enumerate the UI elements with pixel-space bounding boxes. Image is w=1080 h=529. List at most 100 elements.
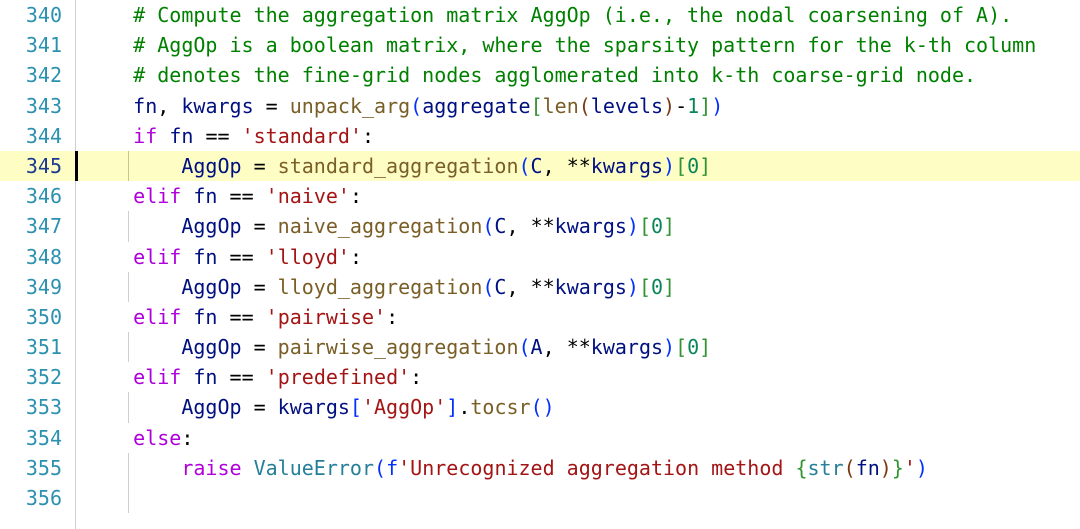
code-token: naive_aggregation [277, 214, 483, 239]
code-line[interactable]: 356 [0, 483, 1080, 514]
code-token: C [530, 153, 543, 178]
code-token: aggregate [422, 93, 531, 118]
code-line[interactable]: 348 elif fn == 'lloyd': [0, 242, 1080, 272]
code-token: ] [663, 274, 676, 299]
code-token: ] [699, 93, 712, 118]
code-token: # denotes the fine-grid nodes agglomerat… [85, 63, 977, 88]
line-number[interactable]: 355 [0, 453, 62, 483]
code-line[interactable]: 350 elif fn == 'pairwise': [0, 302, 1080, 332]
code-token: = [241, 214, 278, 239]
line-number[interactable]: 354 [0, 423, 62, 453]
code-token: == [217, 304, 266, 329]
code-line[interactable]: 349 AggOp = lloyd_aggregation(C, **kwarg… [0, 271, 1080, 302]
code-token: str [807, 455, 844, 480]
code-token: C [494, 214, 507, 239]
code-line-text[interactable]: fn, kwargs = unpack_arg(aggregate[len(le… [85, 91, 723, 121]
code-token: [ [638, 214, 651, 239]
code-token: ) [626, 214, 639, 239]
code-token: 'AggOp' [361, 395, 447, 420]
line-number[interactable]: 352 [0, 362, 62, 392]
code-lines-container[interactable]: 340 # Compute the aggregation matrix Agg… [0, 0, 1080, 514]
line-number[interactable]: 351 [0, 332, 62, 362]
code-token: 'standard' [241, 123, 362, 148]
code-line[interactable]: 340 # Compute the aggregation matrix Agg… [0, 0, 1080, 30]
code-line-text[interactable]: else: [85, 423, 193, 453]
line-number[interactable]: 356 [0, 483, 62, 513]
code-token: 0 [651, 214, 664, 239]
code-line[interactable]: 343 fn, kwargs = unpack_arg(aggregate[le… [0, 91, 1080, 121]
code-line[interactable]: 354 else: [0, 423, 1080, 453]
line-number[interactable]: 345 [0, 151, 62, 181]
code-line-text[interactable]: elif fn == 'predefined': [85, 362, 422, 392]
code-line-text[interactable]: AggOp = naive_aggregation(C, **kwargs)[0… [85, 211, 675, 241]
line-number[interactable]: 353 [0, 392, 62, 422]
code-line-text[interactable]: elif fn == 'naive': [85, 181, 362, 211]
code-token: raise [181, 455, 242, 480]
line-number[interactable]: 340 [0, 0, 62, 30]
code-editor[interactable]: 340 # Compute the aggregation matrix Agg… [0, 0, 1080, 529]
code-token: ) [711, 93, 724, 118]
line-number[interactable]: 343 [0, 91, 62, 121]
code-token: == [217, 365, 266, 390]
code-line-text[interactable]: AggOp = kwargs['AggOp'].tocsr() [85, 392, 554, 422]
code-line-text[interactable]: # Compute the aggregation matrix AggOp (… [85, 0, 1012, 30]
code-line-text[interactable]: raise ValueError(f'Unrecognized aggregat… [85, 453, 928, 483]
code-line-text[interactable]: # denotes the fine-grid nodes agglomerat… [85, 60, 976, 90]
code-line-text[interactable]: elif fn == 'lloyd': [85, 242, 362, 272]
code-token: ) [879, 455, 892, 480]
code-token: len [542, 93, 579, 118]
code-line[interactable]: 341 # AggOp is a boolean matrix, where t… [0, 30, 1080, 60]
code-line-text[interactable]: if fn == 'standard': [85, 121, 374, 151]
code-line[interactable]: 345 AggOp = standard_aggregation(C, **kw… [0, 150, 1080, 182]
code-token: 'naive' [265, 184, 350, 209]
line-number[interactable]: 349 [0, 272, 62, 302]
code-line-text[interactable]: # AggOp is a boolean matrix, where the s… [85, 30, 1036, 60]
code-token: : [386, 304, 399, 329]
line-number[interactable]: 342 [0, 60, 62, 90]
code-token: = [241, 335, 278, 360]
indent-guide [128, 483, 129, 514]
line-number[interactable]: 341 [0, 30, 62, 60]
code-line[interactable]: 346 elif fn == 'naive': [0, 181, 1080, 211]
code-token: ** [530, 214, 555, 239]
line-number[interactable]: 350 [0, 302, 62, 332]
code-line-text[interactable]: AggOp = pairwise_aggregation(A, **kwargs… [85, 332, 711, 362]
code-line[interactable]: 347 AggOp = naive_aggregation(C, **kwarg… [0, 211, 1080, 242]
code-token: 'predefined' [265, 365, 411, 390]
code-line[interactable]: 355 raise ValueError(f'Unrecognized aggr… [0, 452, 1080, 483]
code-line[interactable]: 342 # denotes the fine-grid nodes agglom… [0, 60, 1080, 90]
code-line[interactable]: 352 elif fn == 'predefined': [0, 362, 1080, 392]
line-number[interactable]: 348 [0, 242, 62, 272]
code-token: unpack_arg [289, 93, 411, 118]
code-token: elif [133, 244, 182, 269]
code-token: kwargs [590, 153, 664, 178]
code-token: ValueError [253, 455, 375, 480]
code-token: [ [349, 395, 362, 420]
line-number[interactable]: 347 [0, 211, 62, 241]
code-line[interactable]: 351 AggOp = pairwise_aggregation(A, **kw… [0, 332, 1080, 363]
code-token: AggOp [181, 395, 242, 420]
code-token: fn [193, 304, 218, 329]
code-token: ] [699, 153, 712, 178]
code-line-text[interactable]: elif fn == 'pairwise': [85, 302, 398, 332]
code-token: fn [193, 244, 218, 269]
code-token: fn [193, 365, 218, 390]
code-token: # Compute the aggregation matrix AggOp (… [85, 3, 1013, 27]
code-line-text[interactable]: AggOp = lloyd_aggregation(C, **kwargs)[0… [85, 272, 675, 302]
code-token: levels [590, 93, 664, 118]
line-number[interactable]: 346 [0, 181, 62, 211]
code-token: [ [638, 274, 651, 299]
code-line-text[interactable]: AggOp = standard_aggregation(C, **kwargs… [85, 151, 711, 181]
line-number[interactable]: 344 [0, 121, 62, 151]
code-line[interactable]: 344 if fn == 'standard': [0, 121, 1080, 151]
code-token: ( [410, 93, 423, 118]
code-line[interactable]: 353 AggOp = kwargs['AggOp'].tocsr() [0, 392, 1080, 423]
code-token: AggOp [181, 214, 242, 239]
code-token: else [133, 425, 182, 450]
